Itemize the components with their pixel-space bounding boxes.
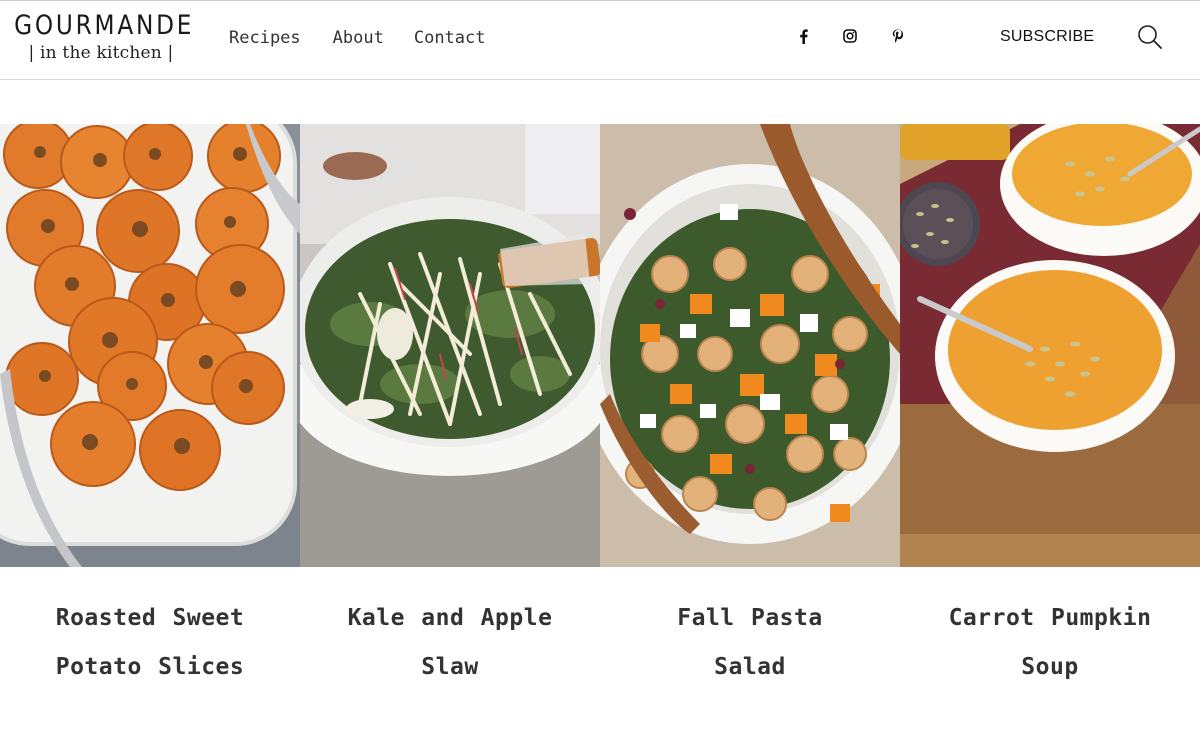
subscribe-button[interactable]: SUBSCRIBE <box>1000 25 1094 49</box>
recipe-card: Roasted Sweet Potato Slices <box>0 124 300 740</box>
recipe-image-kale-slaw[interactable] <box>300 124 600 567</box>
search-icon[interactable] <box>1136 23 1164 51</box>
nav-recipes[interactable]: Recipes <box>229 25 301 51</box>
recipe-image-pumpkin-soup[interactable] <box>900 124 1200 567</box>
recipe-title[interactable]: Roasted Sweet Potato Slices <box>0 594 300 692</box>
recipe-image-pasta-salad[interactable] <box>600 124 900 567</box>
facebook-icon[interactable] <box>792 25 814 47</box>
recipe-image-sweet-potato[interactable] <box>0 124 300 567</box>
site-header: GOURMANDE | in the kitchen | Recipes Abo… <box>0 1 1200 80</box>
recipe-title[interactable]: Carrot Pumpkin Soup <box>900 594 1200 692</box>
logo-tagline: | in the kitchen | <box>28 43 174 63</box>
recipe-card: Carrot Pumpkin Soup <box>900 124 1200 740</box>
recipe-grid: Roasted Sweet Potato Slices Kale and App… <box>0 124 1200 680</box>
pinterest-icon[interactable] <box>886 25 908 47</box>
recipe-card: Kale and Apple Slaw <box>300 124 600 740</box>
nav-contact[interactable]: Contact <box>414 25 486 51</box>
nav-about[interactable]: About <box>333 25 384 51</box>
recipe-title[interactable]: Fall Pasta Salad <box>600 594 900 692</box>
logo-name: GOURMANDE <box>14 10 195 41</box>
site-logo[interactable]: GOURMANDE | in the kitchen | <box>0 9 202 71</box>
instagram-icon[interactable] <box>839 25 861 47</box>
recipe-card: Fall Pasta Salad <box>600 124 900 740</box>
recipe-title[interactable]: Kale and Apple Slaw <box>300 594 600 692</box>
main-nav: Recipes About Contact <box>229 25 486 51</box>
